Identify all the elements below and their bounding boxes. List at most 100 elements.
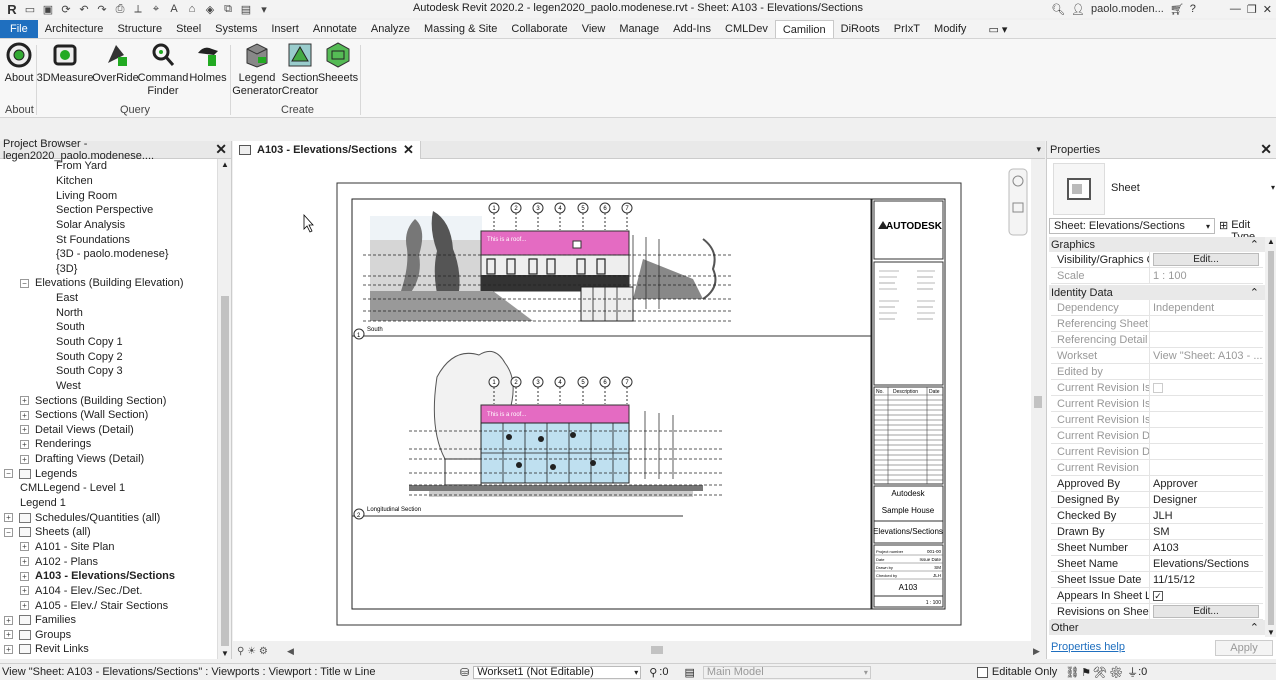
selection-toggle-icons[interactable]: ⛓⚑⚒⚙ — [1065, 666, 1125, 679]
browser-item[interactable]: + A104 - Elev./Sec./Det. — [0, 584, 216, 599]
property-checkbox[interactable]: ✓ — [1153, 590, 1163, 601]
browser-item[interactable]: + A105 - Elev./ Stair Sections — [0, 598, 216, 613]
properties-help-link[interactable]: Properties help — [1051, 641, 1125, 653]
expand-icon[interactable]: + — [4, 615, 13, 625]
tab-annotate[interactable]: Annotate — [306, 20, 364, 38]
browser-item[interactable]: + Groups — [0, 628, 216, 643]
sheets-button[interactable]: Sheeets — [318, 41, 358, 85]
property-row[interactable]: Revisions on Sheet Edit... — [1051, 604, 1263, 620]
property-row[interactable]: Current Revision Iss... — [1051, 396, 1263, 412]
browser-item[interactable]: South Copy 3 — [0, 364, 216, 379]
scroll-up-icon[interactable]: ▲ — [1267, 237, 1275, 246]
scroll-down-icon[interactable]: ▼ — [1267, 628, 1275, 637]
editable-only-checkbox[interactable] — [976, 666, 988, 678]
property-value[interactable] — [1150, 412, 1263, 427]
design-option-select[interactable]: Main Model ▾ — [702, 665, 871, 679]
redo-icon[interactable]: ↷ — [94, 2, 110, 16]
edit-button[interactable]: Edit... — [1153, 605, 1259, 618]
worksets-icon[interactable]: ⛁ — [460, 666, 469, 679]
3dmeasure-button[interactable]: 3DMeasure — [37, 41, 93, 85]
browser-item[interactable]: Living Room — [0, 188, 216, 203]
customize-qat-icon[interactable]: ▾ — [256, 2, 272, 16]
browser-item[interactable]: + Renderings — [0, 437, 216, 452]
search-icon[interactable]: 🔍︎ — [1051, 3, 1065, 16]
tag-icon[interactable]: ⌖ — [148, 2, 164, 16]
collapse-group-icon[interactable]: ⌃ — [1250, 286, 1259, 299]
property-row[interactable]: Dependency Independent — [1051, 300, 1263, 316]
browser-item[interactable]: Kitchen — [0, 174, 216, 189]
expand-icon[interactable]: + — [20, 557, 29, 567]
property-row[interactable]: Referencing Detail — [1051, 332, 1263, 348]
collapse-group-icon[interactable]: ⌃ — [1250, 238, 1259, 251]
scrollbar-thumb[interactable] — [221, 296, 229, 646]
property-value[interactable]: 11/15/12 — [1150, 572, 1263, 587]
property-value[interactable]: Elevations/Sections — [1150, 556, 1263, 571]
expand-icon[interactable]: + — [20, 601, 29, 611]
close-tab-icon[interactable]: ✕ — [403, 142, 414, 158]
browser-item[interactable]: + Revit Links — [0, 642, 216, 657]
properties-scrollbar[interactable]: ▲ ▼ — [1265, 237, 1276, 637]
project-browser-scrollbar[interactable]: ▲ ▼ — [217, 159, 231, 659]
property-value[interactable]: Designer — [1150, 492, 1263, 507]
property-group-other[interactable]: Other ⌃ — [1049, 620, 1265, 635]
tab-modify[interactable]: Modify — [927, 20, 973, 38]
tab-view[interactable]: View — [575, 20, 613, 38]
section-icon[interactable]: ◈ — [202, 2, 218, 16]
property-value[interactable]: 1 : 100 — [1150, 268, 1263, 283]
browser-item[interactable]: CMLLegend - Level 1 — [0, 481, 216, 496]
property-value[interactable] — [1150, 396, 1263, 411]
help-icon[interactable]: ? — [1190, 3, 1196, 15]
browser-item[interactable]: South Copy 2 — [0, 349, 216, 364]
property-value[interactable]: View "Sheet: A103 - ... — [1150, 348, 1263, 363]
browser-item[interactable]: East — [0, 291, 216, 306]
legend-generator-button[interactable]: Legend Generator — [232, 41, 282, 98]
property-value[interactable] — [1150, 428, 1263, 443]
measure-icon[interactable]: ⟂ — [130, 2, 146, 16]
section-creator-button[interactable]: Section Creator — [280, 41, 320, 98]
property-row[interactable]: Approved By Approver — [1051, 476, 1263, 492]
type-dropdown-icon[interactable]: ▾ — [1271, 183, 1275, 192]
property-value[interactable] — [1150, 332, 1263, 347]
property-value[interactable]: Independent — [1150, 300, 1263, 315]
property-value[interactable]: A103 — [1150, 540, 1263, 555]
drawing-area[interactable]: A103 - Elevations/Sections ✕ ▾ AUTODESK — [233, 140, 1045, 659]
property-value[interactable]: Approver — [1150, 476, 1263, 491]
minimize-button[interactable]: — — [1230, 3, 1241, 15]
command-finder-button[interactable]: Command Finder — [138, 41, 188, 98]
expand-icon[interactable]: + — [4, 630, 13, 640]
property-value[interactable] — [1150, 316, 1263, 331]
property-row[interactable]: Current Revision De... — [1051, 444, 1263, 460]
scroll-down-icon[interactable]: ▼ — [221, 649, 229, 658]
property-row[interactable]: Workset View "Sheet: A103 - ... — [1051, 348, 1263, 364]
browser-item[interactable]: West — [0, 379, 216, 394]
property-value[interactable]: JLH — [1150, 508, 1263, 523]
expand-icon[interactable]: + — [20, 396, 29, 406]
apply-button[interactable]: Apply — [1215, 640, 1273, 656]
property-row[interactable]: Appears In Sheet List✓ — [1051, 588, 1263, 604]
browser-item[interactable]: + Schedules/Quantities (all) — [0, 510, 216, 525]
restore-button[interactable]: ❐ — [1247, 3, 1257, 16]
property-row[interactable]: Edited by — [1051, 364, 1263, 380]
revit-logo-icon[interactable]: R — [4, 2, 20, 17]
tab-systems[interactable]: Systems — [208, 20, 264, 38]
property-row[interactable]: Sheet Issue Date 11/15/12 — [1051, 572, 1263, 588]
close-icon[interactable]: ✕ — [1260, 141, 1272, 158]
collapse-icon[interactable]: − — [4, 469, 13, 479]
scroll-up-icon[interactable]: ▲ — [221, 160, 229, 169]
collapse-icon[interactable]: − — [20, 278, 29, 288]
print-icon[interactable]: ⎙ — [112, 2, 128, 16]
property-row[interactable]: Referencing Sheet — [1051, 316, 1263, 332]
active-workset-select[interactable]: Workset1 (Not Editable) ▾ — [473, 665, 642, 679]
browser-item[interactable]: From Yard — [0, 159, 216, 174]
tab-manage[interactable]: Manage — [612, 20, 666, 38]
edit-button[interactable]: Edit... — [1153, 253, 1259, 266]
property-row[interactable]: Drawn By SM — [1051, 524, 1263, 540]
browser-item[interactable]: − Elevations (Building Elevation) — [0, 276, 216, 291]
switch-windows-icon[interactable]: ▤ — [238, 2, 254, 16]
property-row[interactable]: Sheet Name Elevations/Sections — [1051, 556, 1263, 572]
property-value[interactable]: SM — [1150, 524, 1263, 539]
close-icon[interactable]: ✕ — [215, 141, 227, 158]
property-row[interactable]: Visibility/Graphics O...Edit... — [1051, 252, 1263, 268]
sync-icon[interactable]: ⟳ — [58, 2, 74, 16]
tab-prixt[interactable]: PrIxT — [887, 20, 927, 38]
